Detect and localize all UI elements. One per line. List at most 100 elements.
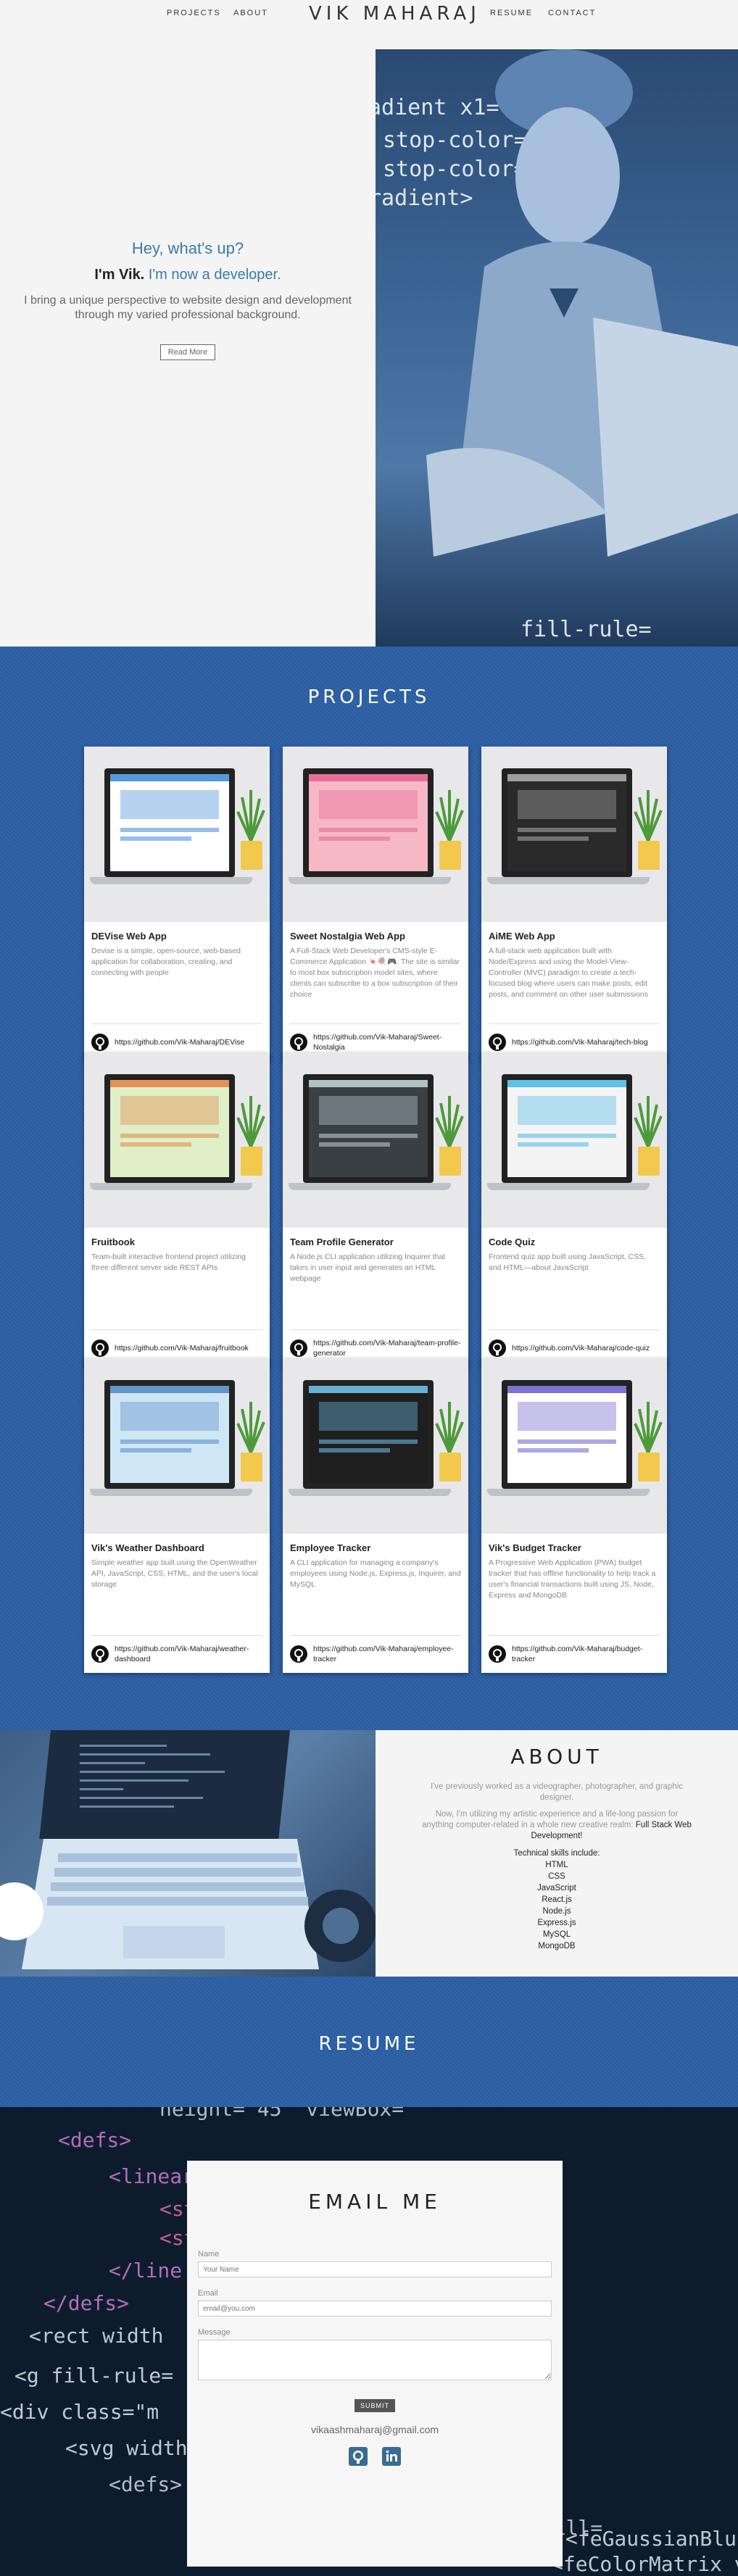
read-more-button[interactable]: Read More bbox=[159, 344, 216, 360]
nav-projects-link[interactable]: PROJECTS bbox=[167, 9, 221, 17]
contact-code-line: <defs> bbox=[109, 2472, 182, 2496]
linkedin-icon[interactable] bbox=[382, 2447, 402, 2469]
screen-content bbox=[507, 1386, 626, 1483]
project-card[interactable]: AiME Web App A full-stack web application… bbox=[481, 747, 667, 1061]
screen-content bbox=[309, 1080, 428, 1177]
project-description: A full-stack web application built with … bbox=[489, 947, 649, 999]
laptop-base bbox=[289, 1183, 451, 1190]
project-title[interactable]: Fruitbook bbox=[91, 1237, 262, 1247]
project-thumbnail[interactable] bbox=[283, 1358, 468, 1534]
laptop-screen bbox=[303, 1380, 434, 1489]
project-card[interactable]: Team Profile Generator A Node.js CLI appl… bbox=[283, 1052, 468, 1367]
project-title[interactable]: Employee Tracker bbox=[290, 1542, 461, 1553]
about-section: ABOUT I've previously worked as a videog… bbox=[0, 1730, 738, 1977]
project-repo-url[interactable]: https://github.com/Vik-Maharaj/employee-… bbox=[313, 1644, 461, 1664]
project-description: A CLI application for managing a company… bbox=[290, 1558, 461, 1589]
nav-about-link[interactable]: ABOUT bbox=[233, 9, 268, 17]
project-thumbnail[interactable] bbox=[481, 1358, 667, 1534]
laptop-screen bbox=[502, 768, 632, 877]
plant-pot bbox=[241, 1147, 262, 1176]
project-thumbnail[interactable] bbox=[283, 747, 468, 922]
github-icon bbox=[489, 1033, 506, 1051]
github-icon bbox=[489, 1645, 506, 1663]
contact-title: EMAIL ME bbox=[308, 2190, 441, 2214]
projects-section: PROJECTS DEVise Web App Devise is a simpl… bbox=[0, 647, 738, 1730]
laptop-screen bbox=[502, 1380, 632, 1489]
screen-content bbox=[309, 1386, 428, 1483]
resume-title[interactable]: RESUME bbox=[0, 2033, 738, 2055]
project-repo-link[interactable]: https://github.com/Vik-Maharaj/employee-… bbox=[290, 1635, 461, 1673]
project-repo-url[interactable]: https://github.com/Vik-Maharaj/code-quiz bbox=[512, 1343, 650, 1353]
social-links bbox=[198, 2447, 552, 2469]
project-title[interactable]: Code Quiz bbox=[489, 1237, 660, 1247]
plant-icon bbox=[236, 1096, 265, 1147]
project-body: Code Quiz Frontend quiz app built using J… bbox=[481, 1228, 667, 1329]
plant-icon bbox=[435, 790, 464, 841]
email-input[interactable] bbox=[198, 2301, 552, 2317]
project-card[interactable]: Vik's Budget Tracker A Progressive Web Ap… bbox=[481, 1358, 667, 1673]
skill-item: MongoDB bbox=[538, 1942, 576, 1950]
project-title[interactable]: Team Profile Generator bbox=[290, 1237, 461, 1247]
message-textarea[interactable] bbox=[198, 2340, 552, 2380]
project-repo-url[interactable]: https://github.com/Vik-Maharaj/team-prof… bbox=[313, 1338, 461, 1358]
project-card[interactable]: DEVise Web App Devise is a simple, open-s… bbox=[84, 747, 270, 1061]
project-title[interactable]: AiME Web App bbox=[489, 931, 660, 942]
project-repo-url[interactable]: https://github.com/Vik-Maharaj/Sweet-Nos… bbox=[313, 1032, 461, 1052]
project-title[interactable]: Sweet Nostalgia Web App bbox=[290, 931, 461, 942]
nav-contact-link[interactable]: CONTACT bbox=[548, 9, 596, 17]
project-repo-url[interactable]: https://github.com/Vik-Maharaj/fruitbook bbox=[115, 1343, 249, 1353]
screen-content bbox=[110, 1080, 229, 1177]
hero-code-line: stop-color= bbox=[383, 128, 527, 153]
submit-button[interactable]: SUBMIT bbox=[354, 2399, 395, 2412]
project-repo-url[interactable]: https://github.com/Vik-Maharaj/tech-blog bbox=[512, 1037, 648, 1047]
contact-section: height="45" viewBox=" <defs> <linearGrad… bbox=[0, 2107, 738, 2576]
project-card[interactable]: Sweet Nostalgia Web App A Full-Stack Web … bbox=[283, 747, 468, 1061]
project-title[interactable]: Vik's Weather Dashboard bbox=[91, 1542, 262, 1553]
plant-icon bbox=[435, 1402, 464, 1453]
project-card[interactable]: Vik's Weather Dashboard Simple weather ap… bbox=[84, 1358, 270, 1673]
project-repo-url[interactable]: https://github.com/Vik-Maharaj/budget-tr… bbox=[512, 1644, 660, 1664]
project-body: Team Profile Generator A Node.js CLI appl… bbox=[283, 1228, 468, 1329]
hero-section: adient x1=" stop-color= stop-color= radi… bbox=[0, 0, 738, 647]
project-thumbnail[interactable] bbox=[283, 1052, 468, 1228]
project-repo-url[interactable]: https://github.com/Vik-Maharaj/DEVise bbox=[115, 1037, 244, 1047]
project-body: AiME Web App A full-stack web application… bbox=[481, 922, 667, 1023]
project-title[interactable]: DEVise Web App bbox=[91, 931, 262, 942]
project-body: Sweet Nostalgia Web App A Full-Stack Web … bbox=[283, 922, 468, 1023]
name-input[interactable] bbox=[198, 2261, 552, 2277]
project-card[interactable]: Code Quiz Frontend quiz app built using J… bbox=[481, 1052, 667, 1367]
email-label: Email bbox=[198, 2289, 218, 2298]
contact-code-line: </defs> bbox=[43, 2291, 129, 2315]
project-repo-url[interactable]: https://github.com/Vik-Maharaj/weather-d… bbox=[115, 1644, 262, 1664]
project-body: Vik's Budget Tracker A Progressive Web Ap… bbox=[481, 1534, 667, 1635]
project-card[interactable]: Fruitbook Team-built interactive frontend… bbox=[84, 1052, 270, 1367]
project-thumbnail[interactable] bbox=[84, 747, 270, 922]
projects-title: PROJECTS bbox=[307, 686, 431, 708]
project-repo-link[interactable]: https://github.com/Vik-Maharaj/budget-tr… bbox=[489, 1635, 660, 1673]
project-description: Simple weather app built using the OpenW… bbox=[91, 1558, 258, 1589]
laptop-screen bbox=[502, 1074, 632, 1183]
screen-content bbox=[110, 774, 229, 871]
project-thumbnail[interactable] bbox=[84, 1052, 270, 1228]
project-repo-link[interactable]: https://github.com/Vik-Maharaj/weather-d… bbox=[91, 1635, 262, 1673]
laptop-base bbox=[487, 877, 650, 884]
plant-pot bbox=[241, 841, 262, 870]
project-thumbnail[interactable] bbox=[481, 1052, 667, 1228]
project-description: A Full-Stack Web Developer's CMS-style E… bbox=[290, 947, 460, 999]
submit-wrap: SUBMIT bbox=[198, 2398, 552, 2412]
github-icon[interactable] bbox=[348, 2447, 368, 2469]
plant-icon bbox=[634, 1402, 663, 1453]
nav-resume-link[interactable]: RESUME bbox=[490, 9, 533, 17]
laptop-base bbox=[90, 1183, 252, 1190]
plant-icon bbox=[236, 790, 265, 841]
contact-email[interactable]: vikaashmaharaj@gmail.com bbox=[198, 2424, 552, 2435]
project-card[interactable]: Employee Tracker A CLI application for ma… bbox=[283, 1358, 468, 1673]
brand-logo[interactable]: VIK MAHARAJ bbox=[309, 3, 481, 25]
plant-pot bbox=[439, 1147, 461, 1176]
project-title[interactable]: Vik's Budget Tracker bbox=[489, 1542, 660, 1553]
project-thumbnail[interactable] bbox=[84, 1358, 270, 1534]
project-thumbnail[interactable] bbox=[481, 747, 667, 922]
github-icon bbox=[290, 1339, 307, 1357]
skill-item: MySQL bbox=[542, 1930, 571, 1939]
project-description: A Node.js CLI application utilizing Inqu… bbox=[290, 1252, 446, 1283]
